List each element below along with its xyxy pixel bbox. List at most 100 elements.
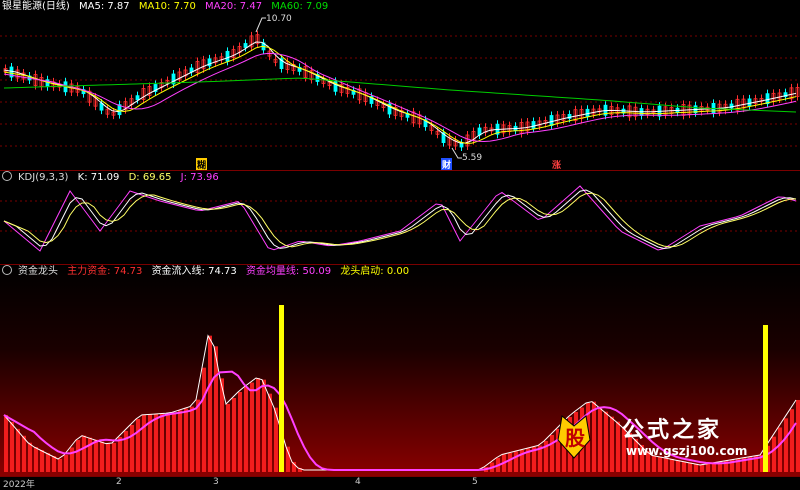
candle-body [747, 98, 752, 107]
watermark: 股 公式之家 www.gszj100.com [556, 412, 796, 462]
main-force-value: 主力资金: 74.73 [67, 266, 143, 277]
main-force-bar [142, 414, 146, 472]
dragon-start-value: 龙头启动: 0.00 [340, 266, 410, 277]
candle-body [531, 121, 536, 129]
main-force-bar [28, 442, 32, 472]
high-price-label: 10.70 [266, 14, 292, 24]
price-header: 银星能源(日线) MA5: 7.87 MA10: 7.70 MA20: 7.47… [2, 0, 334, 14]
kdj-j-line [3, 185, 797, 252]
main-force-bar [64, 455, 68, 472]
main-force-bar [514, 451, 518, 472]
date-axis: 2022年 2 3 4 5 [0, 476, 800, 490]
low-price-label: 5.59 [462, 153, 483, 163]
stock-title: 银星能源(日线) [2, 1, 70, 12]
main-force-bar [178, 410, 182, 472]
capital-header: 资金龙头 主力资金: 74.73 资金流入线: 74.73 资金均量线: 50.… [2, 265, 415, 279]
avg-line-value: 资金均量线: 50.09 [245, 266, 332, 277]
candle-body [135, 95, 140, 101]
ma60-value: MA60: 7.09 [271, 1, 329, 12]
kdj-header: KDJ(9,3,3) K: 71.09 D: 69.65 J: 73.96 [2, 171, 225, 185]
main-force-bar [112, 443, 116, 472]
main-force-bar [190, 406, 194, 472]
main-force-bar [700, 465, 704, 472]
axis-month-4: 4 [355, 477, 361, 487]
main-force-bar [52, 456, 56, 472]
main-force-bar [58, 459, 62, 472]
ma5-line [3, 41, 797, 144]
dragon-start-bar [279, 305, 284, 472]
main-force-bar [226, 404, 230, 472]
main-force-bar [82, 435, 86, 472]
main-force-bar [232, 398, 236, 472]
watermark-url: www.gszj100.com [626, 444, 748, 458]
candle-body [585, 108, 590, 117]
main-force-bar [160, 413, 164, 472]
main-force-bar [202, 367, 206, 472]
main-force-bar [172, 412, 176, 472]
main-force-bar [268, 393, 272, 472]
kdj-title: KDJ(9,3,3) [18, 172, 69, 183]
candle-body [549, 115, 554, 126]
kdj-j-value: J: 73.96 [180, 172, 219, 183]
settings-icon[interactable] [2, 171, 12, 181]
main-force-bar [550, 435, 554, 472]
low-pointer [451, 147, 462, 159]
kdj-d-value: D: 69.65 [128, 172, 172, 183]
main-force-bar [46, 453, 50, 472]
main-force-bar [256, 378, 260, 472]
main-force-bar [10, 421, 14, 472]
inflow-line-value: 资金流入线: 74.73 [151, 266, 237, 277]
capital-pane[interactable]: 资金龙头 主力资金: 74.73 资金流入线: 74.73 资金均量线: 50.… [0, 265, 800, 476]
ma20-value: MA20: 7.47 [205, 1, 263, 12]
price-pane[interactable]: 银星能源(日线) MA5: 7.87 MA10: 7.70 MA20: 7.47… [0, 0, 800, 171]
candle-body [243, 43, 248, 48]
price-chart [0, 17, 800, 159]
main-force-bar [208, 335, 212, 472]
main-force-bar [70, 447, 74, 472]
main-force-bar [88, 437, 92, 472]
kdj-pane[interactable]: KDJ(9,3,3) K: 71.09 D: 69.65 J: 73.96 [0, 171, 800, 264]
main-force-bar [682, 461, 686, 472]
main-force-bar [40, 450, 44, 472]
main-force-bar [238, 392, 242, 472]
main-force-bar [196, 399, 200, 472]
main-force-bar [262, 379, 266, 472]
axis-year: 2022年 [3, 480, 35, 490]
candle-body [225, 50, 230, 62]
watermark-text: 公式之家 [622, 418, 723, 443]
main-force-bar [796, 400, 800, 472]
main-force-bar [166, 413, 170, 472]
main-force-bar [94, 439, 98, 472]
ma10-line [3, 45, 797, 144]
main-force-bar [184, 408, 188, 472]
ma20-line [3, 52, 797, 142]
main-force-bar [4, 415, 8, 472]
main-force-bar [22, 435, 26, 472]
watermark-char: 股 [565, 426, 585, 450]
main-force-bar [250, 382, 254, 472]
main-force-bar [136, 419, 140, 472]
main-force-bar [100, 441, 104, 472]
main-force-bar [154, 414, 158, 472]
capital-title: 资金龙头 [18, 266, 58, 277]
main-force-bar [118, 437, 122, 472]
ma5-value: MA5: 7.87 [79, 1, 130, 12]
kdj-k-value: K: 71.09 [77, 172, 120, 183]
main-force-bar [106, 443, 110, 472]
candle-body [459, 142, 464, 148]
settings-icon[interactable] [2, 265, 12, 275]
main-force-bar [130, 425, 134, 472]
high-pointer [255, 17, 266, 33]
axis-month-5: 5 [472, 477, 478, 487]
main-force-bar [688, 462, 692, 472]
main-force-bar [16, 428, 20, 472]
main-force-bar [508, 453, 512, 472]
axis-month-3: 3 [213, 477, 219, 487]
main-force-bar [706, 464, 710, 472]
main-force-bar [244, 387, 248, 472]
main-force-bar [34, 447, 38, 472]
ma10-value: MA10: 7.70 [138, 1, 196, 12]
main-force-bar [694, 463, 698, 472]
axis-month-2: 2 [116, 477, 122, 487]
main-force-bar [76, 440, 80, 472]
